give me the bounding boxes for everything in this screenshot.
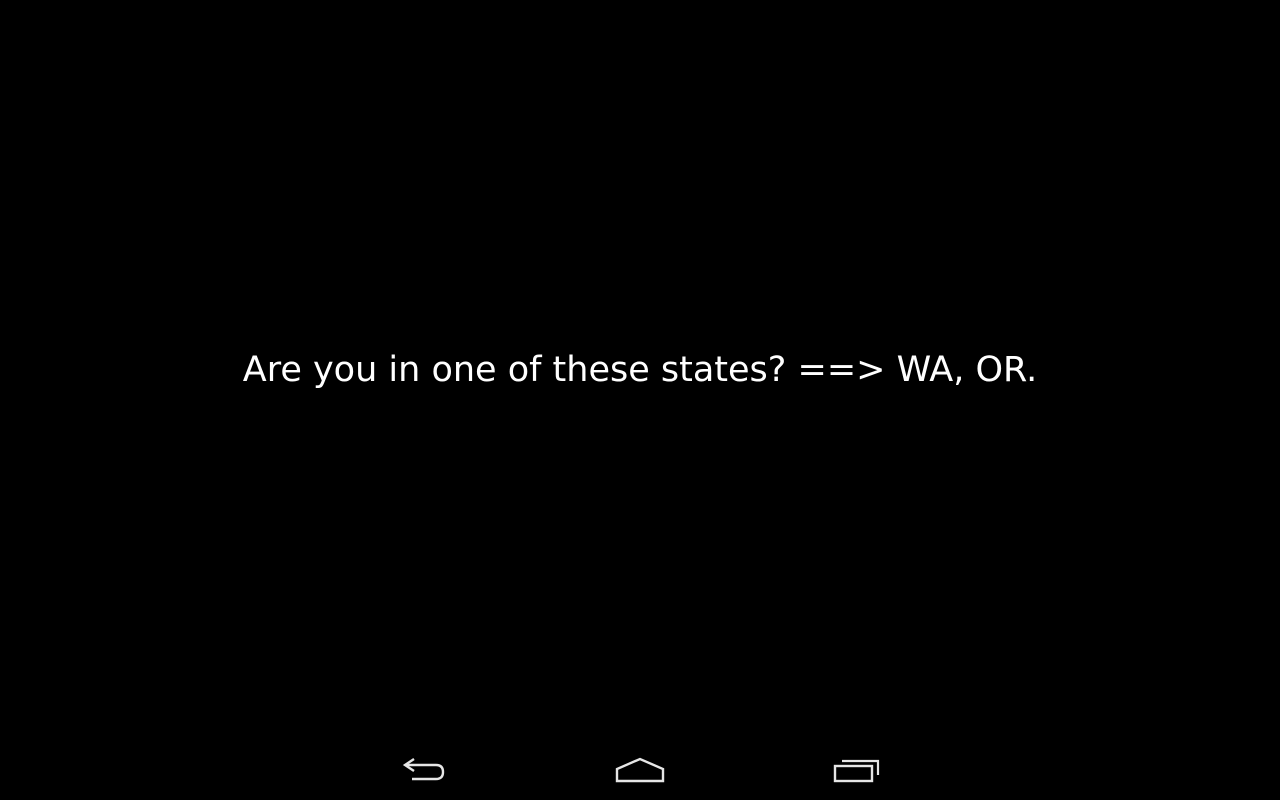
back-button[interactable] bbox=[364, 740, 484, 800]
home-icon bbox=[615, 757, 665, 783]
recents-icon bbox=[833, 759, 880, 783]
state-question-text: Are you in one of these states? ==> WA, … bbox=[242, 350, 1038, 390]
app-content: Are you in one of these states? ==> WA, … bbox=[0, 0, 1280, 740]
screen: Are you in one of these states? ==> WA, … bbox=[0, 0, 1280, 800]
back-icon bbox=[402, 758, 445, 781]
recents-button[interactable] bbox=[797, 740, 917, 800]
system-navigation-bar bbox=[0, 740, 1280, 800]
home-button[interactable] bbox=[580, 740, 700, 800]
